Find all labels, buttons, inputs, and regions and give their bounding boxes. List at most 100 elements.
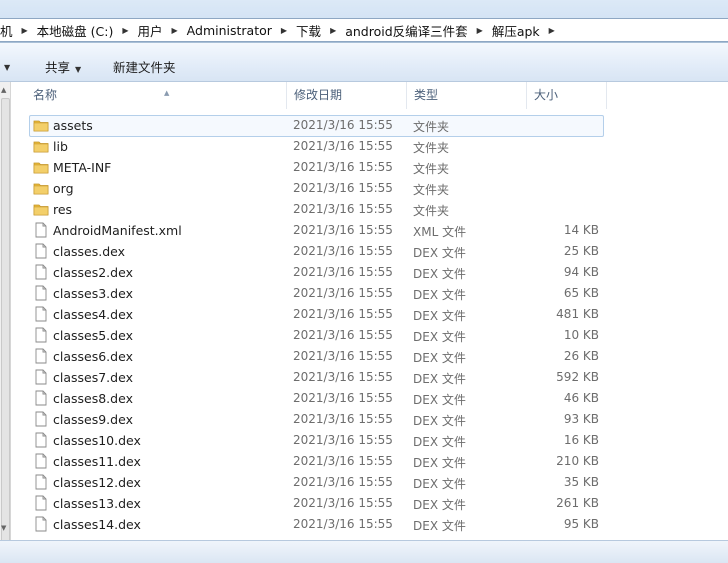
file-icon [33, 327, 49, 343]
breadcrumb-item[interactable]: android反编译三件套 [340, 21, 472, 40]
file-type: DEX 文件 [413, 351, 466, 365]
file-size: 95 KB [563, 517, 599, 531]
file-type: DEX 文件 [413, 498, 466, 512]
file-name: res [53, 202, 73, 217]
file-row[interactable]: classes9.dex 2021/3/16 15:55 DEX 文件 93 K… [12, 409, 728, 430]
breadcrumb-item[interactable]: 解压apk [487, 21, 545, 40]
file-type: DEX 文件 [413, 330, 466, 344]
file-icon [33, 222, 49, 238]
file-size: 210 KB [556, 454, 599, 468]
breadcrumb-item[interactable]: 用户 [133, 21, 168, 40]
file-name: META-INF [53, 160, 112, 175]
address-bar-region: 机 ▶ 本地磁盘 (C:) ▶ 用户 ▶ Administrator ▶ 下载 ▶ android反… [0, 0, 728, 43]
breadcrumb-item[interactable]: 机 [0, 21, 18, 40]
file-row[interactable]: classes5.dex 2021/3/16 15:55 DEX 文件 10 K… [12, 325, 728, 346]
share-button[interactable]: 共享 ▼ [45, 57, 81, 76]
file-type: XML 文件 [413, 225, 467, 239]
breadcrumb-separator-icon[interactable]: ▶ [168, 26, 182, 35]
file-type: 文件夹 [413, 162, 450, 176]
file-size: 26 KB [563, 349, 599, 363]
column-header-size[interactable]: 大小 [527, 82, 607, 109]
file-size: 93 KB [563, 412, 599, 426]
file-date: 2021/3/16 15:55 [293, 412, 393, 426]
file-icon [33, 474, 49, 490]
file-row[interactable]: classes12.dex 2021/3/16 15:55 DEX 文件 35 … [12, 472, 728, 493]
file-name: AndroidManifest.xml [53, 223, 182, 238]
breadcrumb-separator-icon[interactable]: ▶ [473, 26, 487, 35]
file-size: 25 KB [563, 244, 599, 258]
file-row[interactable]: org 2021/3/16 15:55 文件夹 [12, 178, 728, 199]
file-date: 2021/3/16 15:55 [293, 202, 393, 216]
file-name: classes14.dex [53, 517, 141, 532]
file-type: DEX 文件 [413, 414, 466, 428]
file-size: 10 KB [563, 328, 599, 342]
scroll-up-icon[interactable]: ▲ [1, 86, 6, 94]
file-name: classes10.dex [53, 433, 141, 448]
new-folder-button[interactable]: 新建文件夹 [113, 57, 176, 76]
file-icon [33, 432, 49, 448]
file-name: classes2.dex [53, 265, 133, 280]
file-type: DEX 文件 [413, 519, 466, 533]
file-icon [33, 369, 49, 385]
file-row[interactable]: lib 2021/3/16 15:55 文件夹 [12, 136, 728, 157]
file-row[interactable]: classes8.dex 2021/3/16 15:55 DEX 文件 46 K… [12, 388, 728, 409]
scroll-down-icon[interactable]: ▼ [1, 524, 6, 532]
folder-icon [33, 117, 49, 133]
file-size: 65 KB [563, 286, 599, 300]
file-name: classes13.dex [53, 496, 141, 511]
file-icon [33, 390, 49, 406]
file-name: classes11.dex [53, 454, 141, 469]
column-header-type[interactable]: 类型 [407, 82, 527, 109]
file-row[interactable]: assets 2021/3/16 15:55 文件夹 [12, 115, 728, 137]
file-icon [33, 411, 49, 427]
breadcrumb-separator-icon[interactable]: ▶ [545, 26, 559, 35]
file-row[interactable]: classes14.dex 2021/3/16 15:55 DEX 文件 95 … [12, 514, 728, 535]
file-size: 46 KB [563, 391, 599, 405]
breadcrumb-separator-icon[interactable]: ▶ [277, 26, 291, 35]
file-row[interactable]: classes10.dex 2021/3/16 15:55 DEX 文件 16 … [12, 430, 728, 451]
breadcrumb-item[interactable]: 本地磁盘 (C:) [32, 21, 119, 40]
file-name: classes5.dex [53, 328, 133, 343]
file-row[interactable]: classes7.dex 2021/3/16 15:55 DEX 文件 592 … [12, 367, 728, 388]
file-date: 2021/3/16 15:55 [293, 244, 393, 258]
column-header-date[interactable]: 修改日期 [287, 82, 407, 109]
file-date: 2021/3/16 15:55 [293, 517, 393, 531]
scrollbar-thumb[interactable] [1, 98, 10, 548]
breadcrumb-item[interactable]: 下载 [291, 21, 326, 40]
file-row[interactable]: res 2021/3/16 15:55 文件夹 [12, 199, 728, 220]
file-type: DEX 文件 [413, 267, 466, 281]
status-bar [0, 540, 728, 563]
file-date: 2021/3/16 15:55 [293, 454, 393, 468]
command-bar: ▼ 共享 ▼ 新建文件夹 [0, 43, 728, 82]
file-row[interactable]: classes6.dex 2021/3/16 15:55 DEX 文件 26 K… [12, 346, 728, 367]
file-name: classes9.dex [53, 412, 133, 427]
file-row[interactable]: classes3.dex 2021/3/16 15:55 DEX 文件 65 K… [12, 283, 728, 304]
file-date: 2021/3/16 15:55 [293, 181, 393, 195]
file-date: 2021/3/16 15:55 [293, 265, 393, 279]
breadcrumb-separator-icon[interactable]: ▶ [118, 26, 132, 35]
file-size: 35 KB [563, 475, 599, 489]
breadcrumb-item[interactable]: Administrator [182, 23, 277, 38]
navigation-pane-scrollbar[interactable]: ▲ ▼ [0, 82, 11, 548]
file-name: classes7.dex [53, 370, 133, 385]
breadcrumb-separator-icon[interactable]: ▶ [18, 26, 32, 35]
file-row[interactable]: META-INF 2021/3/16 15:55 文件夹 [12, 157, 728, 178]
file-icon [33, 264, 49, 280]
file-date: 2021/3/16 15:55 [293, 286, 393, 300]
file-size: 94 KB [563, 265, 599, 279]
column-header-name[interactable]: 名称 ▲ [26, 82, 287, 109]
file-row[interactable]: classes4.dex 2021/3/16 15:55 DEX 文件 481 … [12, 304, 728, 325]
file-date: 2021/3/16 15:55 [293, 391, 393, 405]
file-icon [33, 285, 49, 301]
file-row[interactable]: classes11.dex 2021/3/16 15:55 DEX 文件 210… [12, 451, 728, 472]
breadcrumb[interactable]: 机 ▶ 本地磁盘 (C:) ▶ 用户 ▶ Administrator ▶ 下载 ▶ android反… [0, 18, 728, 42]
file-date: 2021/3/16 15:55 [293, 328, 393, 342]
file-row[interactable]: AndroidManifest.xml 2021/3/16 15:55 XML … [12, 220, 728, 241]
file-row[interactable]: classes13.dex 2021/3/16 15:55 DEX 文件 261… [12, 493, 728, 514]
file-row[interactable]: classes.dex 2021/3/16 15:55 DEX 文件 25 KB [12, 241, 728, 262]
organize-dropdown-icon[interactable]: ▼ [4, 58, 10, 73]
file-row[interactable]: classes2.dex 2021/3/16 15:55 DEX 文件 94 K… [12, 262, 728, 283]
file-name: org [53, 181, 74, 196]
file-type: 文件夹 [413, 120, 450, 134]
breadcrumb-separator-icon[interactable]: ▶ [326, 26, 340, 35]
